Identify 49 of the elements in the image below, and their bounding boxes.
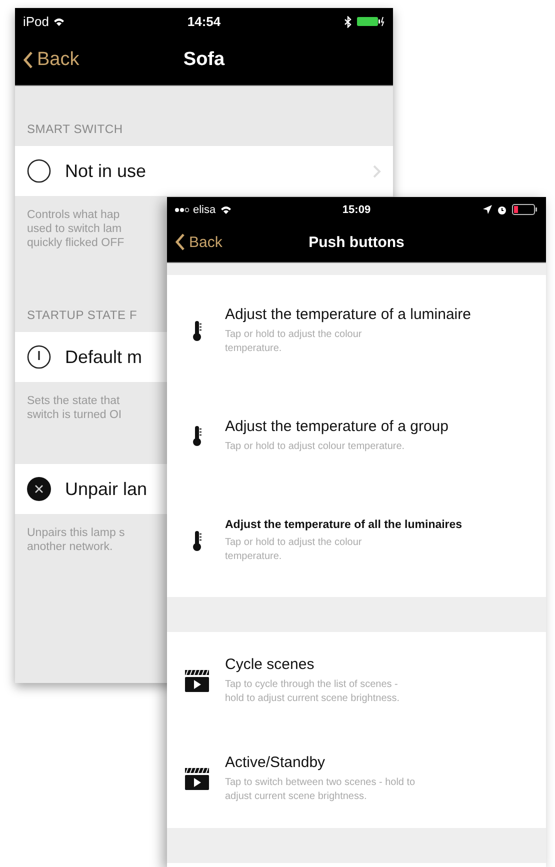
option-row[interactable]: Not in use xyxy=(15,146,393,196)
push-button-action[interactable]: Cycle scenes Tap to cycle through the list of scenes - hold to adjust current scene brightness. xyxy=(167,632,546,730)
option-description: Sets the state that switch is turned OI xyxy=(26,394,123,423)
screen-title: Push buttons xyxy=(308,234,404,250)
action-description: Tap or hold to adjust the colour temperature. xyxy=(225,328,363,356)
device-name: iPod xyxy=(23,14,50,29)
screen-title: Sofa xyxy=(183,49,225,71)
clapperboard-icon xyxy=(185,670,209,692)
action-title: Cycle scenes xyxy=(225,656,316,673)
section-header: SMART SWITCH xyxy=(26,121,124,138)
action-description: Tap or hold to adjust the colour temperature. xyxy=(225,536,363,564)
battery-charging-icon xyxy=(357,16,385,27)
option-row[interactable]: Default m xyxy=(15,332,167,382)
remove-circle-icon xyxy=(27,477,51,501)
wifi-icon xyxy=(53,16,66,26)
option-description: Controls what hap used to switch lam quickly flicked OFF xyxy=(26,208,126,251)
clapperboard-icon xyxy=(185,768,209,790)
push-button-action[interactable]: Adjust the temperature of all the luminaires Tap or hold to adjust the colour temperature. xyxy=(167,485,546,597)
battery-low-icon xyxy=(512,204,538,215)
option-label: Default m xyxy=(65,346,144,368)
action-title: Adjust the temperature of a group xyxy=(225,418,448,435)
alarm-clock-icon xyxy=(497,204,507,214)
action-description: Tap to switch between two scenes - hold to adjust current scene brightness. xyxy=(225,776,416,804)
power-circle-icon xyxy=(27,345,51,369)
action-description: Tap to cycle through the list of scenes - hold to adjust current scene brightness. xyxy=(225,678,400,706)
option-row[interactable]: Unpair lan xyxy=(15,464,167,514)
bluetooth-icon xyxy=(344,16,352,28)
location-arrow-icon xyxy=(483,205,492,214)
option-label: Not in use xyxy=(65,160,148,182)
action-title: Adjust the temperature of all the luminaires xyxy=(225,518,462,530)
option-label: Unpair lan xyxy=(65,478,148,500)
action-title: Active/Standby xyxy=(225,754,326,771)
option-description: Unpairs this lamp s another network. xyxy=(26,526,126,555)
status-time: 15:09 xyxy=(342,204,371,216)
action-title: Adjust the temperature of a luminaire xyxy=(225,306,471,323)
wifi-icon xyxy=(220,204,232,214)
push-button-action[interactable]: Active/Standby Tap to switch between two scenes - hold to adjust current scene brightness. xyxy=(167,730,546,828)
back-button[interactable]: Back xyxy=(175,233,309,251)
push-button-action[interactable]: Adjust the temperature of a luminaire Tap or hold to adjust the colour temperature. xyxy=(167,275,546,387)
signal-icon xyxy=(175,206,189,212)
section-header: STARTUP STATE F xyxy=(26,307,138,324)
status-time: 14:54 xyxy=(187,14,221,29)
radio-circle-icon xyxy=(27,159,51,183)
action-description: Tap or hold to adjust colour temperature. xyxy=(225,440,406,454)
chevron-left-icon xyxy=(23,51,33,69)
chevron-left-icon xyxy=(175,233,185,251)
carrier-name: elisa xyxy=(193,204,216,216)
back-button[interactable]: Back xyxy=(23,49,184,71)
push-button-action[interactable]: Adjust the temperature of a group Tap or hold to adjust colour temperature. xyxy=(167,387,546,485)
